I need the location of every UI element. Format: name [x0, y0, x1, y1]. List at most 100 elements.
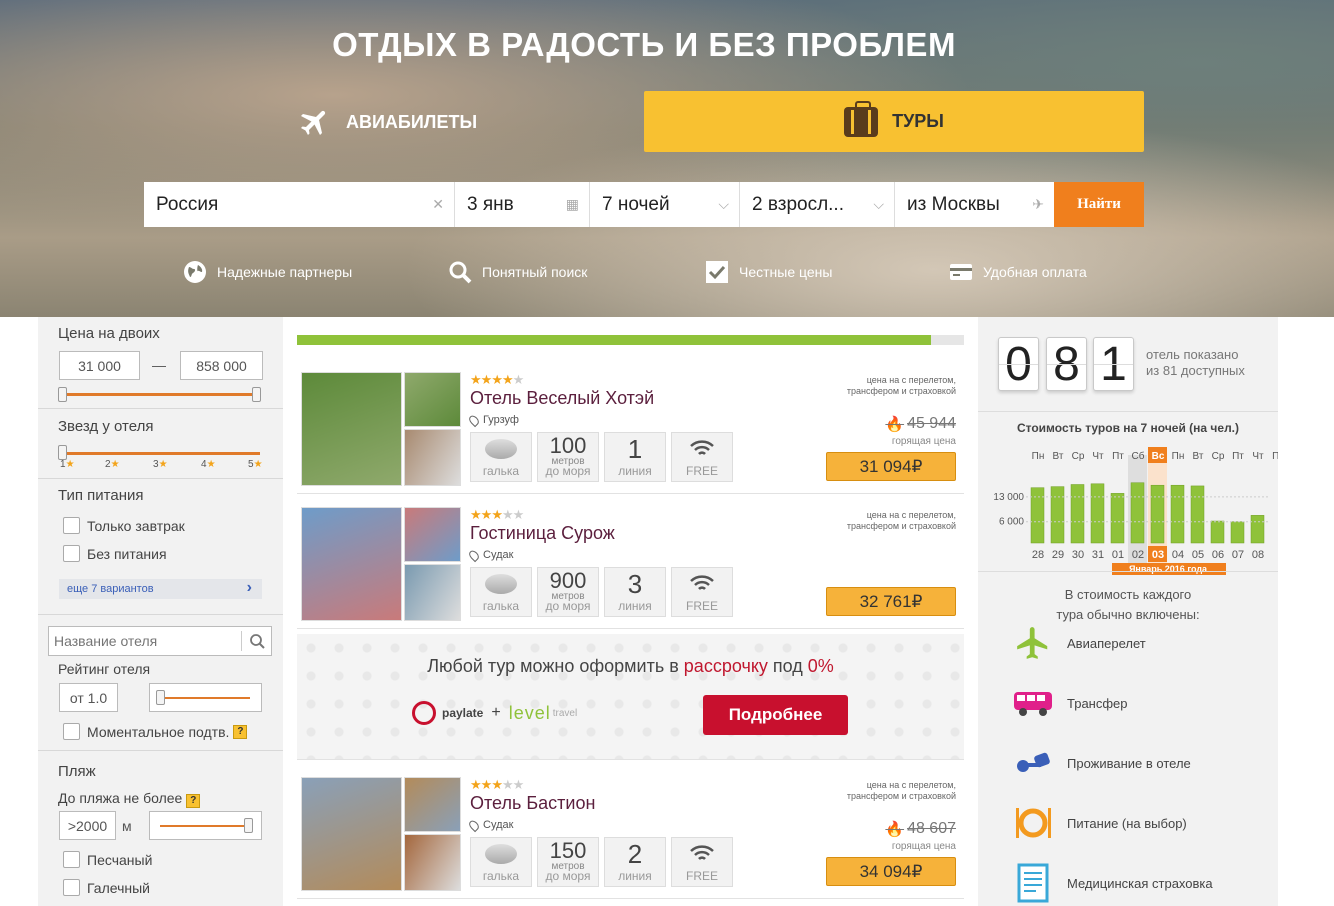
feature-label: Удобная оплата: [983, 264, 1087, 280]
price-button[interactable]: 31 094₽: [826, 452, 956, 481]
hotel-name-search[interactable]: [48, 626, 272, 656]
hot-price-label: горящая цена: [891, 841, 956, 852]
hotel-name[interactable]: Гостиница Сурож: [470, 523, 615, 544]
hotel-photo-main[interactable]: [301, 777, 402, 891]
hotel-card[interactable]: ★★★★★ Гостиница Сурож Судак галька 900 ме…: [297, 503, 964, 629]
chevron-down-icon: ⌵: [873, 196, 884, 212]
clear-icon[interactable]: ✕: [432, 196, 444, 213]
beach-distance-input[interactable]: >2000: [59, 811, 116, 840]
included-item-insurance: Медицинская страховка: [1013, 863, 1213, 903]
tab-avia[interactable]: АВИАБИЛЕТЫ: [298, 96, 477, 148]
search-icon[interactable]: [241, 631, 271, 651]
hotel-photo-thumb[interactable]: [404, 564, 461, 621]
search-bar: Россия ✕ 3 янв ▦ 7 ночей ⌵ 2 взросл... ⌵…: [144, 182, 1144, 227]
checkbox[interactable]: [63, 545, 80, 562]
hotel-card[interactable]: ★★★★★ Отель Бастион Судак галька 150 метр…: [297, 773, 964, 899]
price-button[interactable]: 32 761₽: [826, 587, 956, 616]
help-icon[interactable]: ?: [186, 794, 201, 808]
date-label: 03: [1152, 549, 1164, 561]
price-min-input[interactable]: 31 000: [59, 351, 140, 380]
weekday-label: Пт: [1272, 451, 1278, 462]
price-max-input[interactable]: 858 000: [180, 351, 263, 380]
fire-icon: 🔥: [885, 821, 905, 838]
stars-slider-handle[interactable]: [58, 445, 67, 460]
checkbox[interactable]: [63, 723, 80, 740]
pebble-icon: [485, 439, 517, 459]
price-button[interactable]: 34 094₽: [826, 857, 956, 886]
counter-caption: отель показано из 81 доступных: [1146, 347, 1245, 378]
hotel-photo-thumb[interactable]: [404, 834, 461, 891]
hero-banner: ОТДЫХ В РАДОСТЬ И БЕЗ ПРОБЛЕМ АВИАБИЛЕТЫ…: [0, 0, 1334, 317]
rating-slider-handle[interactable]: [156, 690, 165, 705]
price-bar: [1110, 493, 1125, 544]
hotel-location: Гурзуф: [467, 413, 519, 427]
counter-digit: 1: [1093, 337, 1134, 391]
hotel-photo-thumb[interactable]: [404, 777, 461, 832]
wifi-tile: FREE: [671, 837, 733, 887]
find-button[interactable]: Найти: [1054, 182, 1144, 227]
stars-filter-title: Звезд у отеля: [58, 418, 154, 435]
stars-tick: 1★: [60, 459, 75, 470]
price-bar: [1030, 487, 1045, 544]
stars-tick: 2★: [105, 459, 120, 470]
price-note: цена на с перелетом, трансфером и страхов…: [846, 780, 956, 801]
nights-value: 7 ночей: [602, 193, 670, 215]
nights-select[interactable]: 7 ночей ⌵: [590, 182, 740, 227]
help-icon[interactable]: ?: [233, 724, 248, 739]
promo-text: Любой тур можно оформить в рассрочку под…: [427, 656, 834, 676]
feature-search: Понятный поиск: [448, 260, 587, 284]
hotel-stars: ★★★★★: [470, 507, 524, 522]
guests-select[interactable]: 2 взросл... ⌵: [740, 182, 895, 227]
hotel-photo-thumb[interactable]: [404, 429, 461, 486]
divider: [978, 411, 1278, 412]
food-option-breakfast[interactable]: Только завтрак: [63, 517, 185, 534]
wifi-icon: [690, 845, 714, 860]
wifi-tile: FREE: [671, 432, 733, 482]
tab-tours[interactable]: ТУРЫ: [644, 91, 1144, 152]
stars-filter: Звезд у отеля 1★ 2★ 3★ 4★ 5★: [38, 409, 283, 479]
hotel-name[interactable]: Отель Бастион: [470, 793, 595, 814]
y-tick-label: 6 000: [999, 517, 1024, 528]
hero-title: ОТДЫХ В РАДОСТЬ И БЕЗ ПРОБЛЕМ: [332, 26, 956, 63]
promo-details-button[interactable]: Подробнее: [703, 695, 848, 735]
price-note: цена на с перелетом, трансфером и страхов…: [846, 375, 956, 396]
hotel-photo-thumb[interactable]: [404, 372, 461, 427]
hotel-stars: ★★★★★: [470, 777, 524, 792]
price-slider-max-handle[interactable]: [252, 387, 261, 402]
beach-option-pebble[interactable]: Галечный: [63, 879, 150, 896]
hotel-photo-main[interactable]: [301, 507, 402, 621]
beach-option-sand[interactable]: Песчаный: [63, 851, 152, 868]
price-chart-title: Стоимость туров на 7 ночей (на чел.): [1016, 421, 1240, 435]
price-filter-title: Цена на двоих: [58, 325, 160, 342]
included-item-hotel: Проживание в отеле: [1013, 743, 1191, 783]
date-field[interactable]: 3 янв ▦: [455, 182, 590, 227]
price-slider-min-handle[interactable]: [58, 387, 67, 402]
hotel-name-input[interactable]: [54, 628, 242, 654]
price-filter: Цена на двоих 31 000 — 858 000: [38, 317, 283, 409]
checkbox[interactable]: [63, 879, 80, 896]
instant-confirm-option[interactable]: Моментальное подтв.?: [63, 723, 248, 740]
hotel-photo-main[interactable]: [301, 372, 402, 486]
hotel-stars: ★★★★★: [470, 372, 524, 387]
food-option-none[interactable]: Без питания: [63, 545, 167, 562]
food-more-link[interactable]: еще 7 вариантов ›: [59, 579, 262, 599]
date-label: 02: [1132, 549, 1144, 561]
weekday-label: Вс: [1152, 451, 1165, 462]
wifi-icon: [690, 440, 714, 455]
hotel-name[interactable]: Отель Веселый Хотэй: [470, 388, 654, 409]
hotel-photo-thumb[interactable]: [404, 507, 461, 562]
rating-input[interactable]: от 1.0: [59, 683, 118, 712]
checkbox[interactable]: [63, 851, 80, 868]
counter-digit: 0: [998, 337, 1039, 391]
date-label: 06: [1212, 549, 1224, 561]
departure-field[interactable]: из Москвы ✈: [895, 182, 1054, 227]
hotel-card[interactable]: ★★★★★ Отель Веселый Хотэй Гурзуф галька …: [297, 368, 964, 494]
food-filter-title: Тип питания: [58, 487, 144, 504]
feature-label: Надежные партнеры: [217, 264, 353, 280]
price-slider-track: [63, 393, 260, 396]
search-progress-fill: [297, 335, 931, 345]
weekday-label: Чт: [1252, 451, 1264, 462]
beach-slider-handle[interactable]: [244, 818, 253, 833]
checkbox[interactable]: [63, 517, 80, 534]
country-field[interactable]: Россия ✕: [144, 182, 455, 227]
